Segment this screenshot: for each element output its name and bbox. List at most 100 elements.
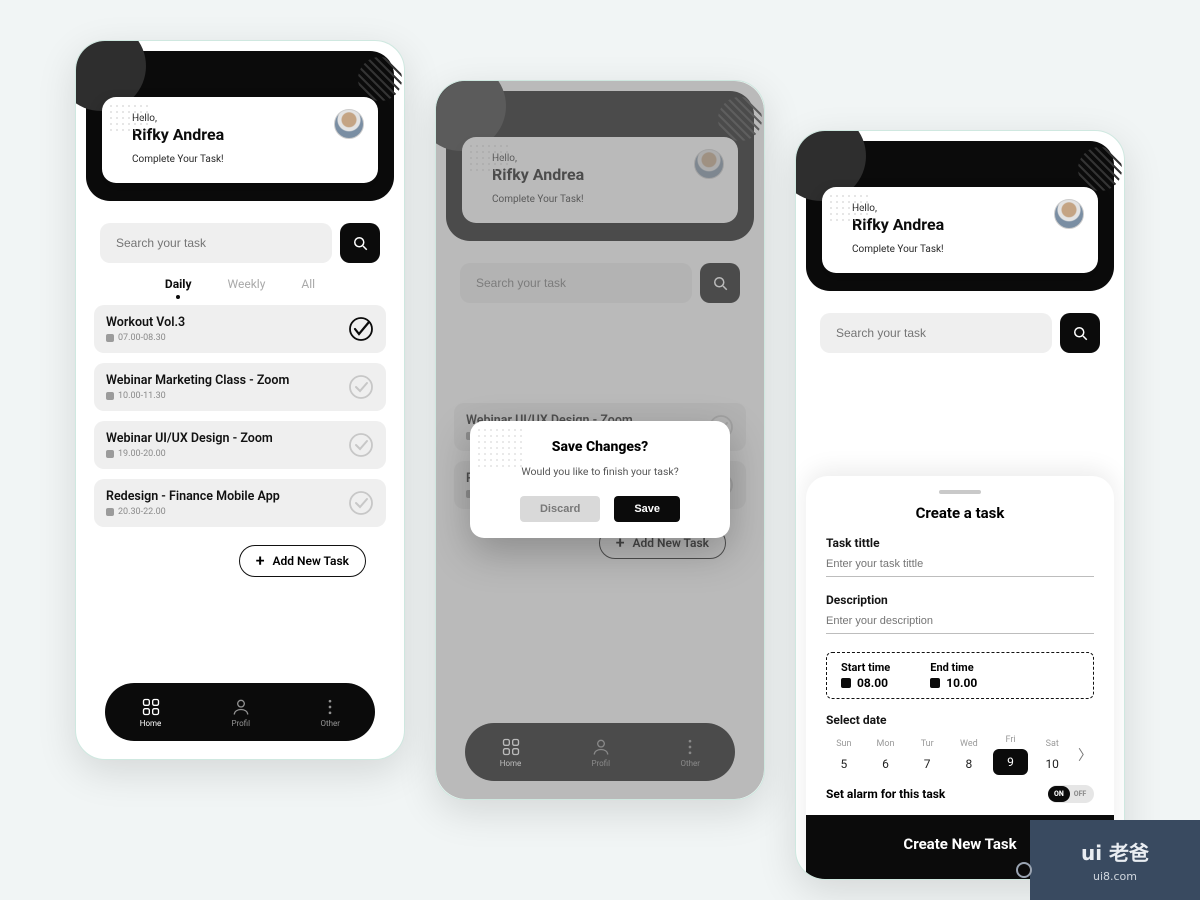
watermark-brand: ui 老爸: [1081, 837, 1149, 866]
greeting-subtitle: Complete Your Task!: [492, 194, 720, 205]
task-time: 19.00-20.00: [106, 449, 336, 459]
dots-icon: [320, 697, 340, 717]
task-check[interactable]: [348, 374, 374, 400]
search-row: [100, 223, 380, 263]
clock-icon: [106, 450, 114, 458]
task-check[interactable]: [348, 490, 374, 516]
date-option[interactable]: Tur7: [909, 739, 945, 771]
alarm-label: Set alarm for this task: [826, 787, 945, 801]
watermark: ui 老爸 ui8.com: [1030, 820, 1200, 900]
grid-icon: [501, 737, 521, 757]
search-button[interactable]: [340, 223, 380, 263]
chevron-right-icon[interactable]: 〉: [1076, 745, 1094, 765]
check-circle-icon: [348, 432, 374, 458]
drag-handle-icon[interactable]: [939, 490, 981, 494]
nav-other[interactable]: Other: [320, 697, 340, 728]
greeting-card: Hello, Rifky Andrea Complete Your Task!: [102, 97, 378, 183]
task-title-input[interactable]: [826, 550, 1094, 577]
search-button[interactable]: [700, 263, 740, 303]
add-task-label: Add New Task: [273, 554, 350, 568]
create-task-panel: Create a task Task tittle Description St…: [806, 476, 1114, 879]
add-task-button[interactable]: + Add New Task: [239, 545, 366, 577]
start-time[interactable]: Start time 08.00: [841, 661, 890, 690]
description-input[interactable]: [826, 607, 1094, 634]
task-time: 07.00-08.30: [106, 333, 336, 343]
date-option[interactable]: Sat10: [1034, 739, 1070, 771]
search-icon: [711, 274, 729, 292]
search-input[interactable]: [460, 263, 692, 303]
greeting-subtitle: Complete Your Task!: [132, 154, 360, 165]
task-title: Workout Vol.3: [106, 315, 336, 330]
task-title: Redesign - Finance Mobile App: [106, 489, 336, 504]
task-item[interactable]: Webinar UI/UX Design - Zoom 19.00-20.00: [94, 421, 386, 469]
search-row: [460, 263, 740, 303]
date-option[interactable]: Wed8: [951, 739, 987, 771]
user-icon: [231, 697, 251, 717]
greeting-card: Hello, Rifky Andrea Complete Your Task!: [462, 137, 738, 223]
avatar[interactable]: [1054, 199, 1084, 229]
header-panel: Hello, Rifky Andrea Complete Your Task!: [446, 91, 754, 241]
search-input[interactable]: [100, 223, 332, 263]
date-option[interactable]: Sun5: [826, 739, 862, 771]
greeting-subtitle: Complete Your Task!: [852, 244, 1080, 255]
phone-create: Hello, Rifky Andrea Complete Your Task! …: [795, 130, 1125, 880]
modal-message: Would you like to finish your task?: [488, 465, 712, 478]
clock-icon: [841, 678, 851, 688]
clock-icon: [106, 334, 114, 342]
search-icon: [1071, 324, 1089, 342]
alarm-toggle[interactable]: ON OFF: [1048, 785, 1094, 803]
search-icon: [351, 234, 369, 252]
task-item[interactable]: Webinar Marketing Class - Zoom 10.00-11.…: [94, 363, 386, 411]
header-panel: Hello, Rifky Andrea Complete Your Task!: [86, 51, 394, 201]
avatar[interactable]: [694, 149, 724, 179]
nav-home[interactable]: Home: [500, 737, 522, 768]
tab-all[interactable]: All: [301, 277, 315, 291]
nav-other[interactable]: Other: [680, 737, 700, 768]
task-check-done[interactable]: [348, 316, 374, 342]
search-button[interactable]: [1060, 313, 1100, 353]
modal-actions: Discard Save: [488, 496, 712, 522]
greeting-card: Hello, Rifky Andrea Complete Your Task!: [822, 187, 1098, 273]
save-changes-modal: Save Changes? Would you like to finish y…: [470, 421, 730, 538]
filter-tabs: Daily Weekly All: [76, 277, 404, 291]
nav-profil[interactable]: Profil: [591, 737, 611, 768]
task-item[interactable]: Workout Vol.3 07.00-08.30: [94, 305, 386, 353]
bottom-nav: Home Profil Other: [105, 683, 375, 741]
alarm-row: Set alarm for this task ON OFF: [826, 785, 1094, 803]
check-circle-icon: [348, 490, 374, 516]
task-item[interactable]: Redesign - Finance Mobile App 20.30-22.0…: [94, 479, 386, 527]
task-title-label: Task tittle: [826, 536, 1094, 550]
search-input[interactable]: [820, 313, 1052, 353]
nav-profil[interactable]: Profil: [231, 697, 251, 728]
bottom-nav: Home Profil Other: [465, 723, 735, 781]
date-option[interactable]: Mon6: [868, 739, 904, 771]
discard-button[interactable]: Discard: [520, 496, 600, 522]
phone-modal: Hello, Rifky Andrea Complete Your Task! …: [435, 80, 765, 800]
greeting-hello: Hello,: [132, 113, 360, 124]
grid-icon: [141, 697, 161, 717]
tab-daily[interactable]: Daily: [165, 277, 192, 291]
nav-home[interactable]: Home: [140, 697, 162, 728]
task-title: Webinar Marketing Class - Zoom: [106, 373, 336, 388]
tab-weekly[interactable]: Weekly: [228, 277, 266, 291]
dot-pattern-icon: [108, 103, 148, 135]
date-picker-row: Sun5 Mon6 Tur7 Wed8 Fri9 Sat10 〉: [826, 735, 1094, 775]
dots-icon: [680, 737, 700, 757]
greeting-name: Rifky Andrea: [132, 125, 360, 144]
description-label: Description: [826, 593, 1094, 607]
user-icon: [591, 737, 611, 757]
save-button[interactable]: Save: [614, 496, 680, 522]
select-date-label: Select date: [826, 713, 1094, 727]
modal-title: Save Changes?: [488, 439, 712, 455]
task-title: Webinar UI/UX Design - Zoom: [106, 431, 336, 446]
add-task-label: Add New Task: [633, 536, 710, 550]
task-time: 10.00-11.30: [106, 391, 336, 401]
avatar[interactable]: [334, 109, 364, 139]
task-check[interactable]: [348, 432, 374, 458]
task-time: 20.30-22.00: [106, 507, 336, 517]
end-time[interactable]: End time 10.00: [930, 661, 977, 690]
create-heading: Create a task: [826, 504, 1094, 522]
date-option-selected[interactable]: Fri9: [993, 735, 1029, 775]
search-row: [820, 313, 1100, 353]
greeting-hello: Hello,: [852, 203, 1080, 214]
